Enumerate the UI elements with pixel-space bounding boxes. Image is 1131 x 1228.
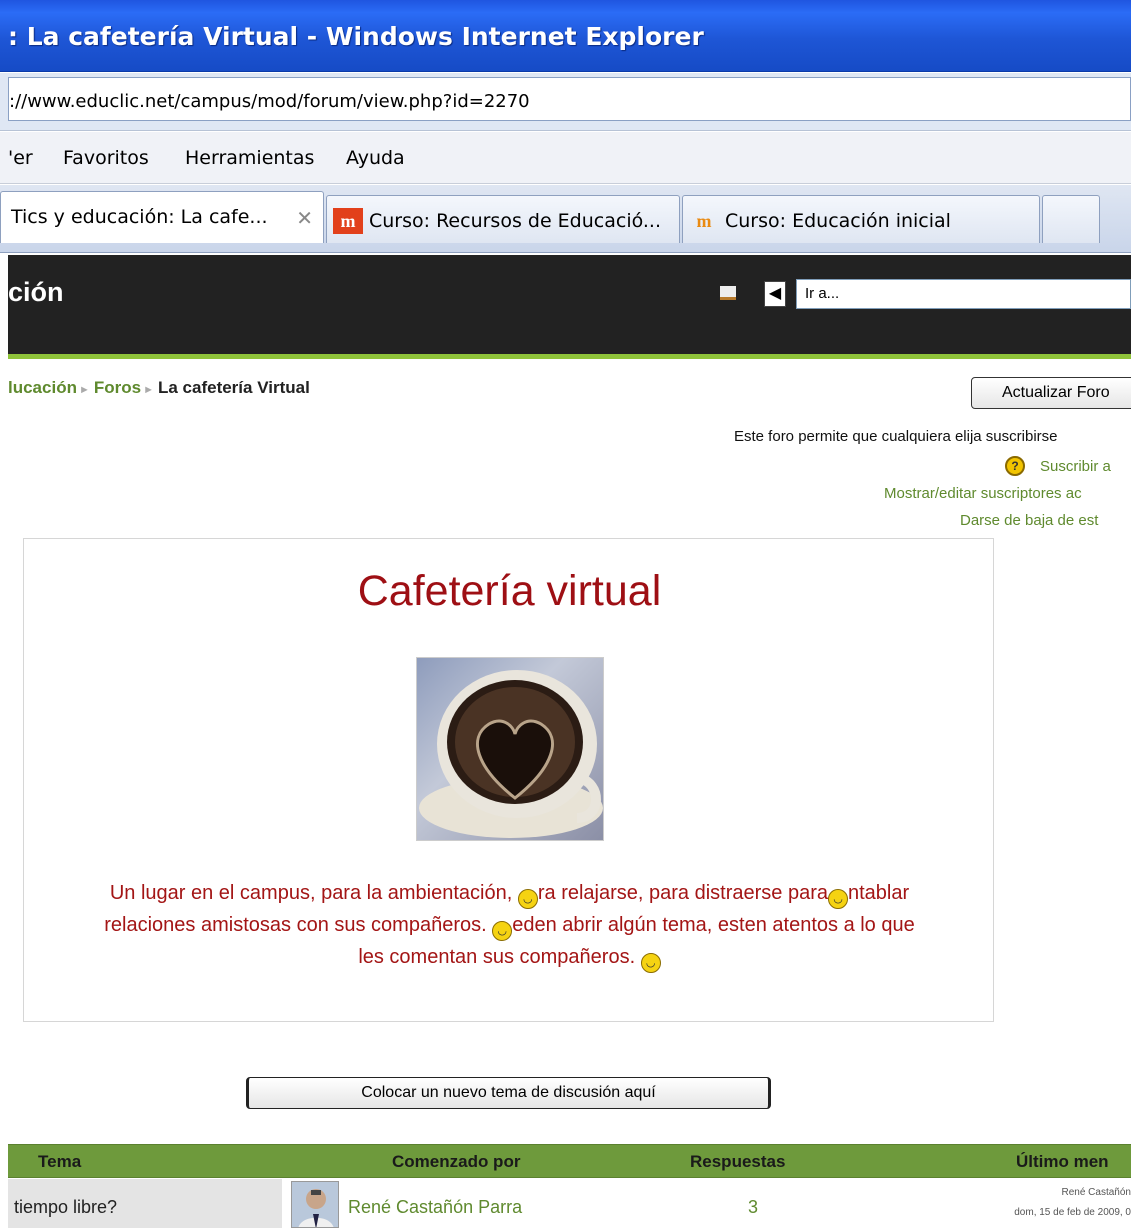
site-header: ción ◀ Ir a...	[8, 255, 1131, 359]
smiley-icon: ◡	[517, 889, 538, 909]
menu-bar: 'er Favoritos Herramientas Ayuda	[0, 132, 1131, 184]
new-tab-button[interactable]	[1042, 195, 1100, 243]
window-title: : La cafetería Virtual - Windows Interne…	[8, 22, 704, 51]
tab-bar: Tics y educación: La cafe... ✕ m Curso: …	[0, 185, 1131, 253]
new-topic-button[interactable]: Colocar un nuevo tema de discusión aquí	[246, 1077, 771, 1109]
moodle-orange-icon: m	[696, 211, 712, 231]
jump-to-select[interactable]: Ir a...	[796, 279, 1131, 309]
breadcrumb-separator: ►	[143, 384, 154, 396]
tab-label: Curso: Recursos de Educació...	[369, 210, 662, 232]
address-field[interactable]: ://www.educlic.net/campus/mod/forum/view…	[8, 77, 1131, 121]
address-url[interactable]: ://www.educlic.net/campus/mod/forum/view…	[9, 91, 530, 112]
tab-cafeteria[interactable]: Tics y educación: La cafe... ✕	[0, 191, 324, 243]
close-icon[interactable]: ✕	[296, 206, 313, 230]
menu-item-favoritos[interactable]: Favoritos	[63, 147, 149, 169]
forum-intro: Cafetería virtual Un lugar en el campus,…	[23, 538, 994, 1022]
tab-label: Curso: Educación inicial	[725, 210, 951, 232]
smiley-icon: ◡	[828, 889, 848, 909]
menu-item-herramientas[interactable]: Herramientas	[185, 147, 314, 169]
replies-count[interactable]: 3	[748, 1197, 758, 1218]
intro-line: eden abrir algún tema, esten atentos a l…	[512, 914, 915, 936]
intro-line: les comentan sus compañeros.	[358, 946, 636, 968]
subscribe-notice: Este foro permite que cualquiera elija s…	[734, 428, 1058, 445]
previous-arrow-icon[interactable]: ◀	[764, 281, 786, 307]
smiley-icon: ◡	[492, 921, 513, 941]
author-link[interactable]: René Castañón Parra	[348, 1197, 522, 1218]
last-post-author[interactable]: René Castañón	[1062, 1187, 1131, 1198]
menu-item-ayuda[interactable]: Ayuda	[346, 147, 405, 169]
update-forum-button[interactable]: Actualizar Foro	[971, 377, 1131, 409]
intro-line: ra relajarse, para distraerse para	[537, 882, 828, 904]
column-header-replies[interactable]: Respuestas	[690, 1152, 785, 1172]
intro-line: Un lugar en el campus, para la ambientac…	[109, 882, 518, 904]
breadcrumb-separator: ►	[78, 384, 90, 396]
tab-educacion-inicial[interactable]: m Curso: Educación inicial	[682, 195, 1040, 243]
show-subscribers-link[interactable]: Mostrar/editar suscriptores ac	[884, 485, 1082, 502]
topic-link[interactable]: tiempo libre?	[14, 1197, 117, 1218]
forum-intro-title: Cafetería virtual	[357, 567, 662, 615]
forum-intro-text: Un lugar en el campus, para la ambientac…	[24, 877, 995, 973]
site-name: ción	[8, 277, 64, 307]
unsubscribe-link[interactable]: Darse de baja de est	[960, 512, 1098, 529]
coffee-cup-image	[416, 657, 604, 841]
intro-line: relaciones amistosas con sus compañeros.	[104, 914, 493, 936]
breadcrumb-link-foros[interactable]: Foros	[94, 378, 141, 397]
column-header-topic[interactable]: Tema	[38, 1152, 81, 1172]
smiley-icon: ◡	[640, 953, 661, 973]
topic-cell: tiempo libre?	[8, 1179, 282, 1228]
intro-line: ntablar	[848, 882, 910, 904]
column-header-started-by[interactable]: Comenzado por	[392, 1152, 520, 1172]
tab-recursos[interactable]: m Curso: Recursos de Educació...	[326, 195, 680, 243]
breadcrumb-link-course[interactable]: lucación	[8, 378, 77, 397]
subscribe-link[interactable]: Suscribir a	[1040, 458, 1111, 475]
moodle-red-icon: m	[333, 208, 363, 234]
discussion-table-header: Tema Comenzado por Respuestas Último men	[8, 1144, 1131, 1178]
help-icon[interactable]: ?	[1005, 456, 1025, 476]
breadcrumb-current: La cafetería Virtual	[157, 378, 310, 397]
course-menu-icon[interactable]	[720, 286, 736, 300]
menu-item-ver[interactable]: 'er	[8, 147, 33, 169]
column-header-last-post[interactable]: Último men	[1016, 1152, 1109, 1172]
address-bar: ://www.educlic.net/campus/mod/forum/view…	[0, 73, 1131, 131]
last-post-date[interactable]: dom, 15 de feb de 2009, 0	[1014, 1207, 1131, 1218]
avatar[interactable]	[291, 1181, 339, 1228]
breadcrumb: lucación ► Foros ► La cafetería Virtual	[8, 378, 310, 398]
table-row: tiempo libre? René Castañón Parra 3 René…	[8, 1179, 1131, 1228]
window-titlebar: : La cafetería Virtual - Windows Interne…	[0, 0, 1131, 72]
tab-label: Tics y educación: La cafe...	[11, 206, 268, 228]
